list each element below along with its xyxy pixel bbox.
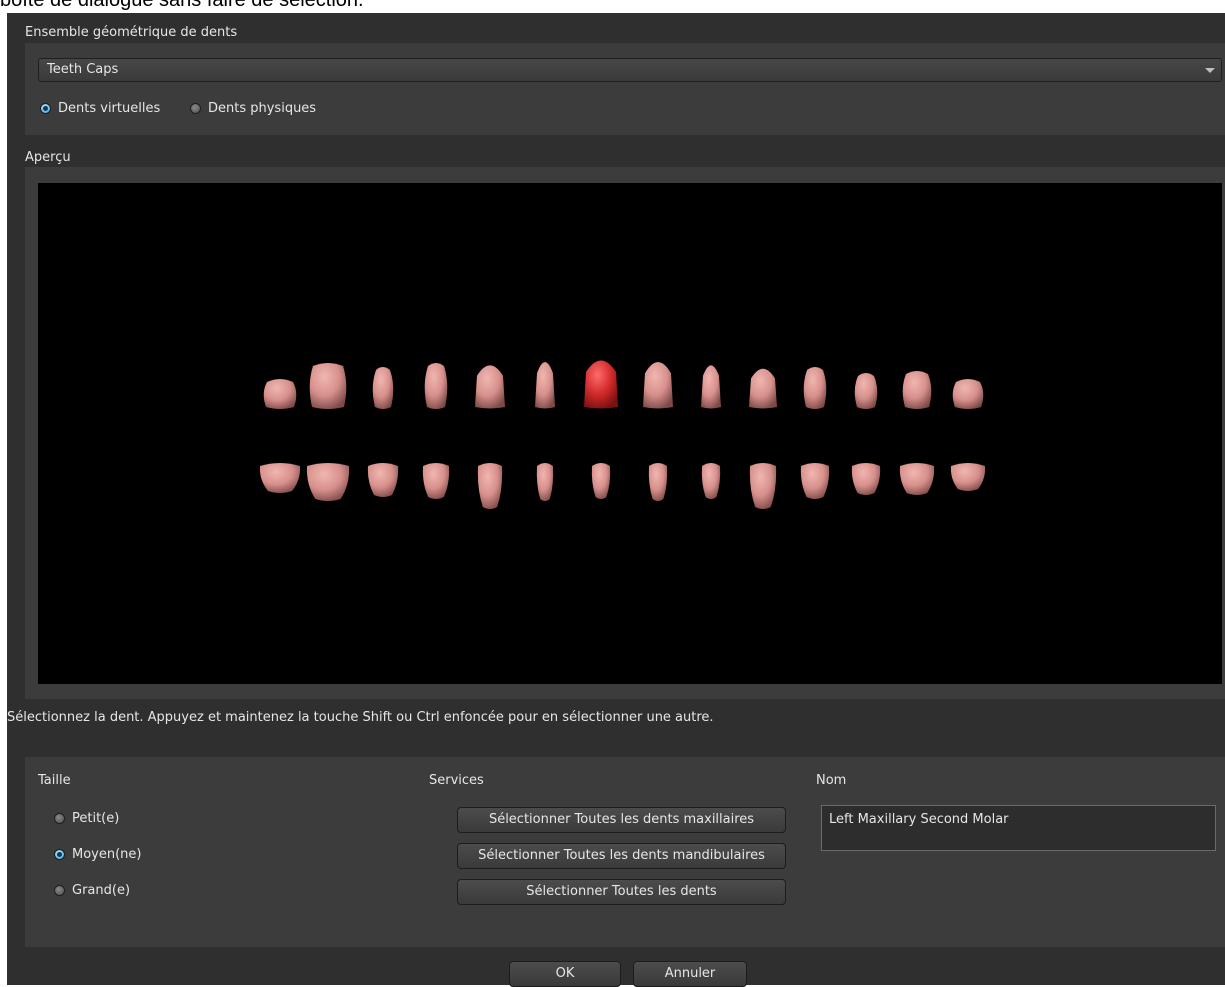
radio-size-small[interactable]: Petit(e) [54,811,119,826]
select-all-mandibular-button[interactable]: Sélectionner Toutes les dents mandibulai… [457,843,786,869]
lower-tooth[interactable] [648,463,668,501]
tooth-selection-dialog: Ensemble géométrique de dents Teeth Caps… [7,13,1225,987]
preview-group-title: Aperçu [25,150,71,165]
radio-unchecked-icon [54,813,65,824]
radio-unchecked-icon [190,103,201,114]
lower-tooth[interactable] [950,463,986,491]
teeth-canvas[interactable] [38,183,1222,684]
tooth-set-group-title: Ensemble géométrique de dents [25,25,238,40]
lower-tooth[interactable] [367,463,399,497]
upper-tooth[interactable] [309,363,347,409]
lower-tooth[interactable] [591,463,611,499]
upper-tooth[interactable] [424,363,448,409]
tooth-set-dropdown[interactable]: Teeth Caps [38,58,1222,82]
lower-tooth[interactable] [701,463,721,499]
upper-tooth[interactable] [902,371,932,409]
radio-size-large[interactable]: Grand(e) [54,883,130,898]
tooth-name-value: Left Maxillary Second Molar [829,812,1009,827]
size-large-label: Grand(e) [72,883,131,898]
document-caption: boîte de dialogue sans faire de sélectio… [0,0,364,11]
cancel-button[interactable]: Annuler [633,961,747,987]
upper-tooth[interactable] [701,365,721,409]
lower-tooth[interactable] [477,463,503,509]
lower-tooth[interactable] [259,463,301,493]
radio-physical-teeth[interactable]: Dents physiques [190,101,316,116]
upper-tooth[interactable] [854,373,878,409]
upper-tooth[interactable] [372,367,394,409]
chevron-down-icon [1205,68,1215,73]
lower-tooth[interactable] [800,463,830,499]
radio-virtual-label: Dents virtuelles [58,101,161,116]
lower-tooth[interactable] [306,463,350,501]
lower-tooth[interactable] [422,463,450,499]
radio-unchecked-icon [54,885,65,896]
upper-tooth[interactable] [803,367,827,409]
teeth-3d-viewport[interactable] [38,183,1222,684]
tooth-set-selected-value: Teeth Caps [47,62,119,77]
lower-tooth[interactable] [899,463,935,495]
radio-size-medium[interactable]: Moyen(ne) [54,847,141,862]
radio-checked-icon [40,103,51,114]
lower-tooth[interactable] [851,463,881,495]
upper-tooth[interactable] [535,362,555,409]
ok-button[interactable]: OK [509,961,621,987]
upper-tooth[interactable] [952,379,984,409]
radio-physical-label: Dents physiques [208,101,317,116]
tooth-set-panel [25,43,1225,135]
lower-tooth[interactable] [536,463,554,501]
name-title: Nom [816,773,847,788]
radio-virtual-teeth[interactable]: Dents virtuelles [40,101,160,116]
upper-tooth[interactable] [643,362,673,409]
upper-tooth[interactable] [263,379,297,409]
tooth-name-field[interactable]: Left Maxillary Second Molar [821,805,1216,851]
size-small-label: Petit(e) [72,811,120,826]
lower-tooth[interactable] [749,463,777,509]
upper-tooth[interactable] [475,365,505,409]
selection-help-text: Sélectionnez la dent. Appuyez et mainten… [7,710,714,725]
select-all-teeth-button[interactable]: Sélectionner Toutes les dents [457,879,786,905]
select-all-maxillary-button[interactable]: Sélectionner Toutes les dents maxillaire… [457,807,786,833]
upper-tooth[interactable] [749,368,777,409]
services-title: Services [429,773,484,788]
size-medium-label: Moyen(ne) [72,847,142,862]
radio-checked-icon [54,849,65,860]
selected-tooth[interactable] [584,360,618,409]
size-title: Taille [38,773,71,788]
